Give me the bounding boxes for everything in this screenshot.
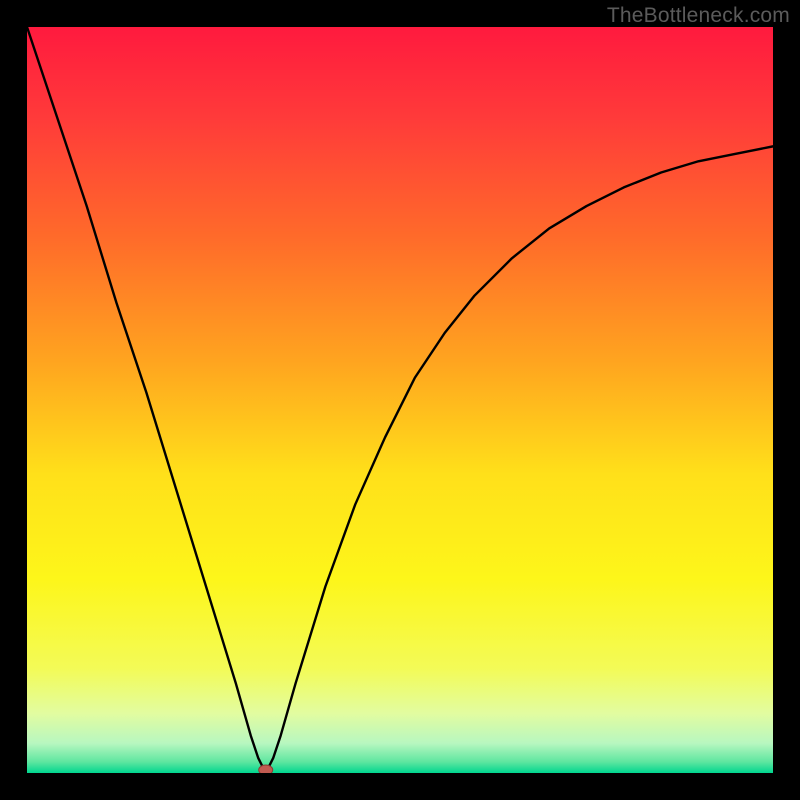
minimum-marker [259, 765, 273, 773]
attribution-text: TheBottleneck.com [607, 4, 790, 28]
plot-frame [27, 27, 773, 773]
bottleneck-curve-chart [27, 27, 773, 773]
chart-background [27, 27, 773, 773]
